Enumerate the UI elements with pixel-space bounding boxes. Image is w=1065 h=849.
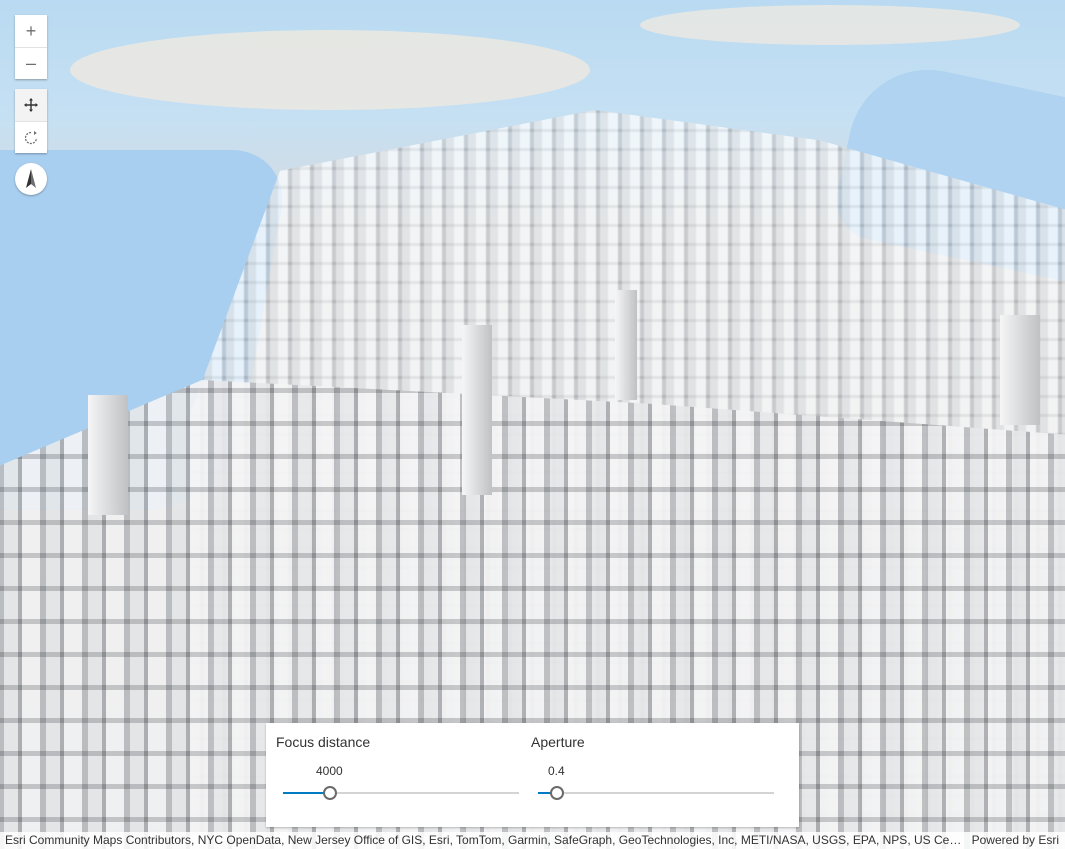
attribution-text[interactable]: Esri Community Maps Contributors, NYC Op… <box>5 832 965 849</box>
pan-arrows-icon <box>24 98 38 112</box>
focus-distance-label: Focus distance <box>276 734 371 750</box>
tower <box>88 395 128 515</box>
zoom-out-button[interactable]: – <box>15 47 47 79</box>
compass-needle-icon <box>26 169 36 188</box>
navigation-toggle <box>15 89 47 153</box>
zoom-in-button[interactable]: + <box>15 15 47 47</box>
attribution-bar[interactable]: Esri Community Maps Contributors, NYC Op… <box>0 832 1065 849</box>
compass-button[interactable] <box>15 163 47 195</box>
focus-distance-value: 4000 <box>316 764 343 778</box>
pan-button[interactable] <box>15 89 47 121</box>
shore-area <box>70 30 590 110</box>
scene-view[interactable] <box>0 0 1065 849</box>
rotate-button[interactable] <box>15 121 47 153</box>
camera-settings-panel: Focus distance 4000 Aperture 0.4 <box>266 723 799 827</box>
aperture-value: 0.4 <box>548 764 565 778</box>
aperture-slider[interactable] <box>538 786 774 800</box>
zoom-controls: + – <box>15 15 47 79</box>
focus-distance-slider[interactable] <box>283 786 519 800</box>
tower <box>1000 315 1040 425</box>
tower <box>615 290 637 400</box>
rotate-icon <box>24 130 38 144</box>
tower <box>462 325 492 495</box>
focus-distance-thumb[interactable] <box>323 786 338 800</box>
aperture-thumb[interactable] <box>549 786 564 800</box>
powered-by-esri-link[interactable]: Powered by Esri <box>972 832 1059 849</box>
aperture-label: Aperture <box>531 734 585 750</box>
shore-area <box>640 5 1020 45</box>
